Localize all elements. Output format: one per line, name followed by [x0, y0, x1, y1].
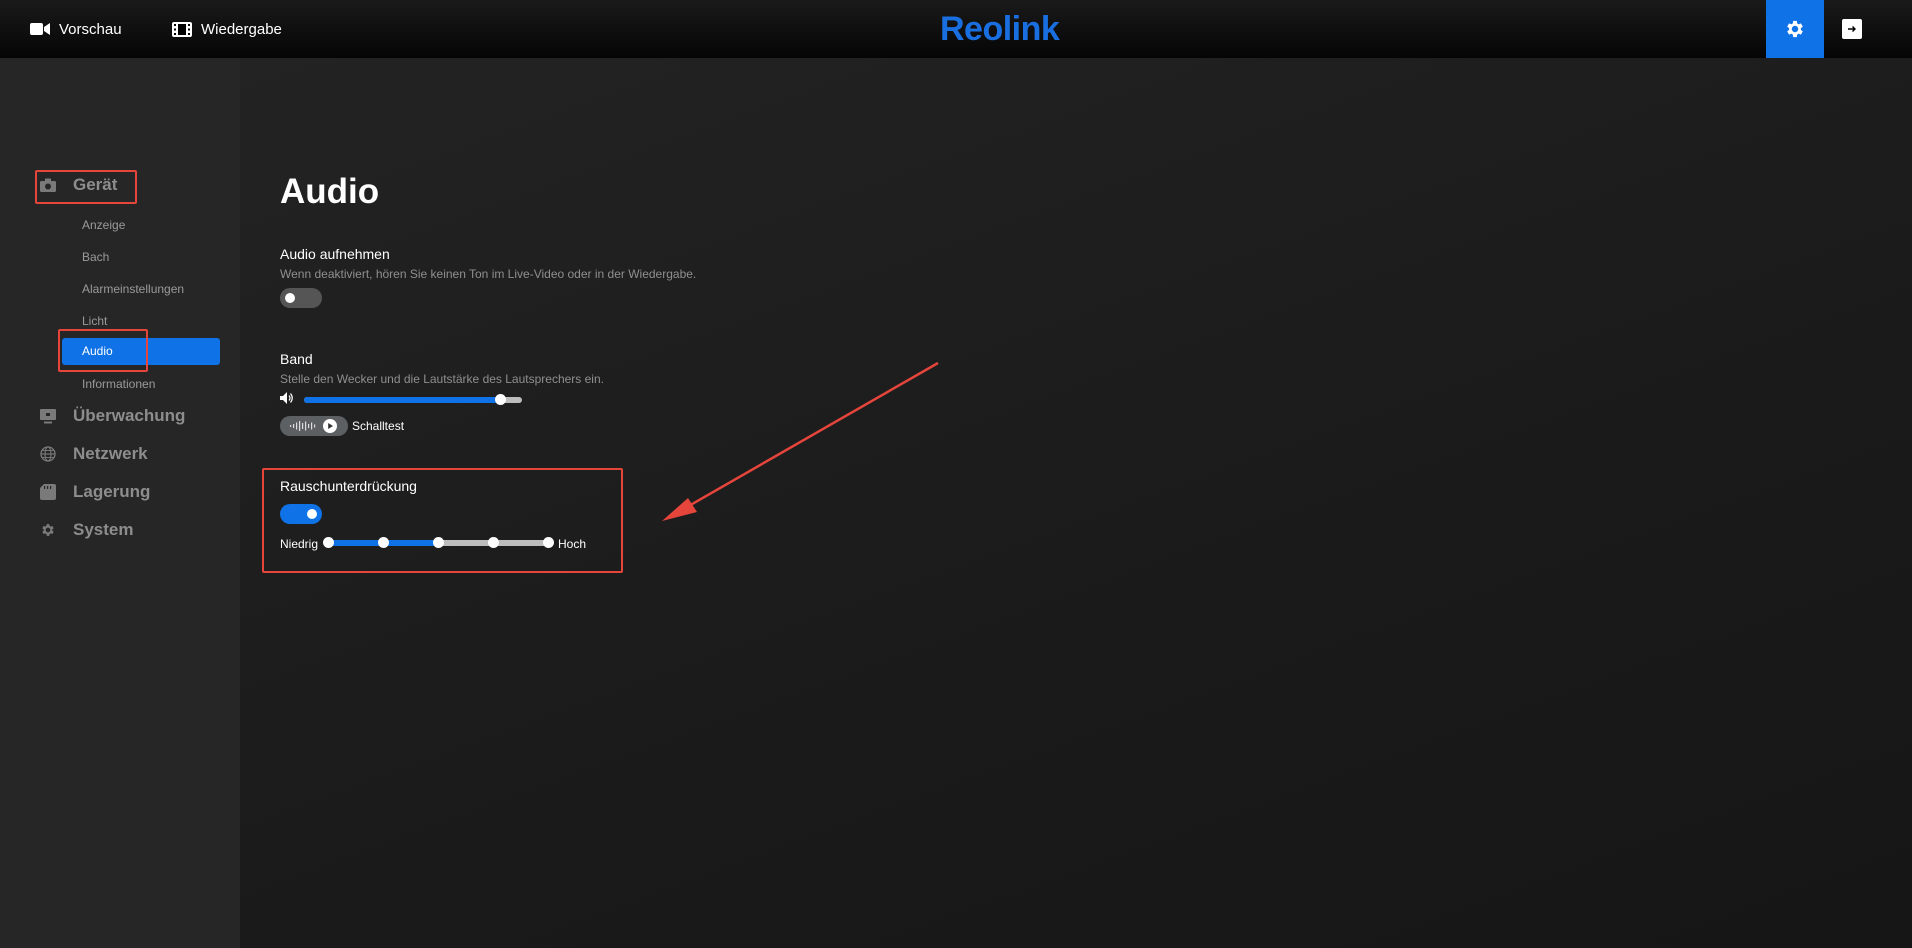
annotation-arrow [662, 361, 939, 521]
